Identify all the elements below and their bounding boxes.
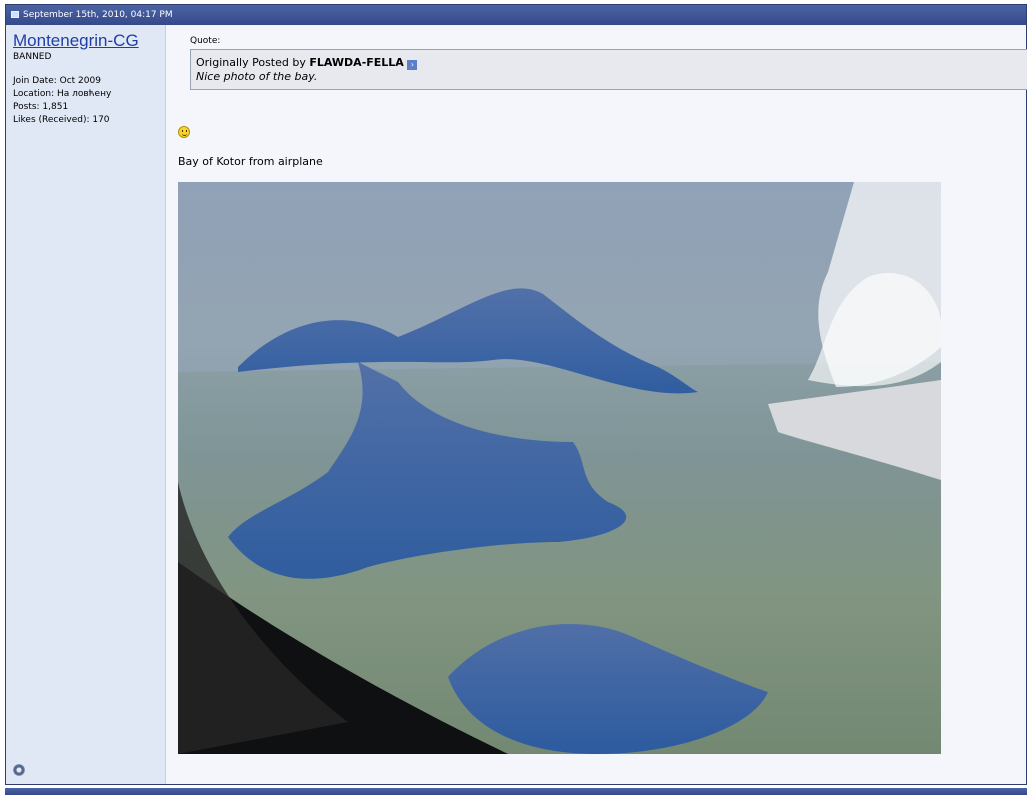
join-date: Join Date: Oct 2009 bbox=[13, 76, 101, 86]
location: Location: На ловћену bbox=[13, 89, 112, 99]
view-post-icon[interactable]: › bbox=[407, 60, 418, 70]
quote-source: Originally Posted by FLAWDA-FELLA › bbox=[196, 56, 1027, 70]
post-content: Quote: Originally Posted by FLAWDA-FELLA… bbox=[172, 25, 1027, 784]
post-header: September 15th, 2010, 04:17 PM bbox=[6, 5, 1026, 25]
quote-text: Nice photo of the bay. bbox=[196, 70, 318, 83]
smiley-icon bbox=[178, 126, 190, 138]
likes-received: Likes (Received): 170 bbox=[13, 115, 110, 125]
online-status-icon[interactable] bbox=[13, 764, 25, 776]
bay-of-kotor-photo bbox=[178, 182, 941, 754]
post-date: September 15th, 2010, 04:17 PM bbox=[23, 10, 173, 20]
quote-box: Originally Posted by FLAWDA-FELLA › Nice… bbox=[190, 49, 1027, 90]
post-count: Posts: 1,851 bbox=[13, 102, 69, 112]
footer-bar bbox=[5, 788, 1027, 795]
username-link[interactable]: Montenegrin-CG bbox=[13, 31, 165, 51]
forum-post: September 15th, 2010, 04:17 PM Montenegr… bbox=[5, 4, 1027, 785]
user-stats: Join Date: Oct 2009 Location: На ловћену… bbox=[13, 75, 165, 127]
message-text: Bay of Kotor from airplane bbox=[178, 155, 323, 168]
user-title: BANNED bbox=[13, 52, 52, 62]
posted-by-label: Originally Posted by bbox=[196, 56, 306, 69]
user-info-panel: Montenegrin-CG BANNED Join Date: Oct 200… bbox=[6, 25, 166, 784]
post-icon bbox=[11, 11, 19, 18]
quote-author: FLAWDA-FELLA bbox=[309, 56, 404, 69]
photo-drawing bbox=[178, 182, 941, 754]
quote-label: Quote: bbox=[190, 36, 221, 46]
